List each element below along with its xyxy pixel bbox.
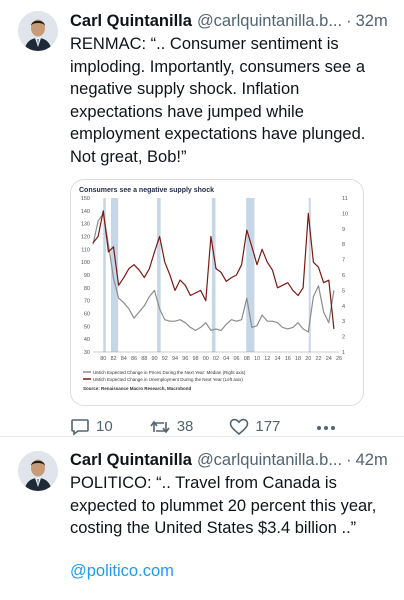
recession-shading bbox=[103, 197, 311, 352]
y-left-tick-label: 30 bbox=[84, 350, 90, 356]
x-tick-label: 22 bbox=[315, 356, 321, 362]
x-tick-label: 02 bbox=[213, 356, 219, 362]
repost-icon bbox=[150, 420, 170, 433]
tweet-header: Carl Quintanilla @carlquintanilla.b... ·… bbox=[70, 449, 392, 471]
recession-band bbox=[246, 197, 255, 352]
y-right-tick-label: 2 bbox=[342, 334, 345, 340]
x-tick-label: 88 bbox=[141, 356, 147, 362]
y-left-tick-label: 150 bbox=[81, 196, 90, 202]
tweet-header: Carl Quintanilla @carlquintanilla.b... ·… bbox=[70, 10, 392, 32]
x-tick-label: 82 bbox=[110, 356, 116, 362]
avatar[interactable] bbox=[18, 451, 58, 491]
y-left-tick-label: 120 bbox=[81, 234, 90, 240]
chart-source: Source: Renaissance Macro Research, Macr… bbox=[83, 386, 192, 391]
tweet[interactable]: Carl Quintanilla @carlquintanilla.b... ·… bbox=[0, 0, 404, 437]
more-options-button[interactable] bbox=[316, 418, 336, 436]
y-left-tick-label: 100 bbox=[81, 260, 90, 266]
y-left-tick-label: 80 bbox=[84, 285, 90, 291]
reply-icon bbox=[71, 418, 89, 436]
author-name[interactable]: Carl Quintanilla bbox=[70, 449, 192, 471]
y-left-tick-label: 140 bbox=[81, 208, 90, 214]
legend-unemployment: UMich Expected Change in Unemployment Du… bbox=[93, 377, 243, 382]
x-tick-label: 94 bbox=[172, 356, 178, 362]
y-left-tick-label: 130 bbox=[81, 221, 90, 227]
y-left-tick-label: 40 bbox=[84, 337, 90, 343]
heart-icon bbox=[230, 418, 249, 435]
y-right-tick-label: 8 bbox=[342, 242, 345, 248]
timestamp[interactable]: 32m bbox=[356, 10, 388, 32]
timestamp[interactable]: 42m bbox=[356, 449, 388, 471]
x-tick-label: 20 bbox=[305, 356, 311, 362]
author-handle[interactable]: @carlquintanilla.b... bbox=[197, 10, 342, 32]
y-right-tick-label: 11 bbox=[342, 196, 348, 202]
y-right-tick-label: 7 bbox=[342, 257, 345, 263]
x-tick-label: 84 bbox=[121, 356, 127, 362]
x-tick-label: 90 bbox=[151, 356, 157, 362]
chart-image[interactable]: Consumers see a negative supply shock 30… bbox=[70, 178, 364, 406]
y-left-tick-label: 70 bbox=[84, 298, 90, 304]
recession-band bbox=[157, 197, 161, 352]
repost-button[interactable]: 38 bbox=[149, 418, 194, 436]
x-tick-label: 08 bbox=[244, 356, 250, 362]
x-tick-label: 92 bbox=[162, 356, 168, 362]
tweet-actions: 10 38 177 bbox=[70, 418, 392, 436]
legend: UMich Expected Change in Prices During t… bbox=[83, 370, 246, 391]
tweet[interactable]: Carl Quintanilla @carlquintanilla.b... ·… bbox=[0, 437, 404, 581]
x-tick-label: 14 bbox=[274, 356, 280, 362]
x-tick-label: 06 bbox=[233, 356, 239, 362]
x-tick-label: 98 bbox=[192, 356, 198, 362]
legend-prices: UMich Expected Change in Prices During t… bbox=[93, 370, 246, 375]
x-tick-label: 24 bbox=[326, 356, 332, 362]
x-tick-label: 96 bbox=[182, 356, 188, 362]
x-tick-label: 18 bbox=[295, 356, 301, 362]
like-count: 177 bbox=[255, 418, 281, 436]
reply-button[interactable]: 10 bbox=[70, 418, 113, 436]
y-right-tick-label: 6 bbox=[342, 273, 345, 279]
avatar[interactable] bbox=[18, 11, 58, 51]
separator: · bbox=[346, 451, 352, 469]
repost-count: 38 bbox=[176, 418, 194, 436]
y-right-tick-label: 9 bbox=[342, 226, 345, 232]
link-politico[interactable]: @politico.com bbox=[70, 562, 392, 581]
like-button[interactable]: 177 bbox=[229, 418, 280, 436]
x-tick-label: 00 bbox=[203, 356, 209, 362]
x-tick-label: 10 bbox=[254, 356, 260, 362]
author-name[interactable]: Carl Quintanilla bbox=[70, 10, 192, 32]
y-left-tick-label: 50 bbox=[84, 324, 90, 330]
y-right-tick-label: 10 bbox=[342, 211, 348, 217]
y-right-tick-label: 4 bbox=[342, 303, 345, 309]
separator: · bbox=[346, 12, 352, 30]
y-left-tick-label: 110 bbox=[81, 247, 90, 253]
y-right-tick-label: 1 bbox=[342, 350, 345, 356]
x-tick-label: 04 bbox=[223, 356, 229, 362]
reply-count: 10 bbox=[96, 418, 113, 436]
x-tick-label: 16 bbox=[285, 356, 291, 362]
x-tick-label: 26 bbox=[336, 356, 342, 362]
author-handle[interactable]: @carlquintanilla.b... bbox=[197, 449, 342, 471]
x-tick-label: 86 bbox=[131, 356, 137, 362]
chart-svg: Consumers see a negative supply shock 30… bbox=[79, 187, 348, 391]
y-right-tick-label: 3 bbox=[342, 319, 345, 325]
chart-title: Consumers see a negative supply shock bbox=[79, 187, 214, 194]
tweet-text: RENMAC: “.. Consumer sentiment is implod… bbox=[70, 35, 370, 166]
x-tick-label: 12 bbox=[264, 356, 270, 362]
x-tick-label: 80 bbox=[100, 356, 106, 362]
y-left-tick-label: 90 bbox=[84, 273, 90, 279]
more-dots-icon bbox=[317, 425, 336, 430]
y-left-tick-label: 60 bbox=[84, 311, 90, 317]
tweet-text: POLITICO: “.. Travel from Canada is expe… bbox=[70, 474, 381, 538]
y-right-tick-label: 5 bbox=[342, 288, 345, 294]
